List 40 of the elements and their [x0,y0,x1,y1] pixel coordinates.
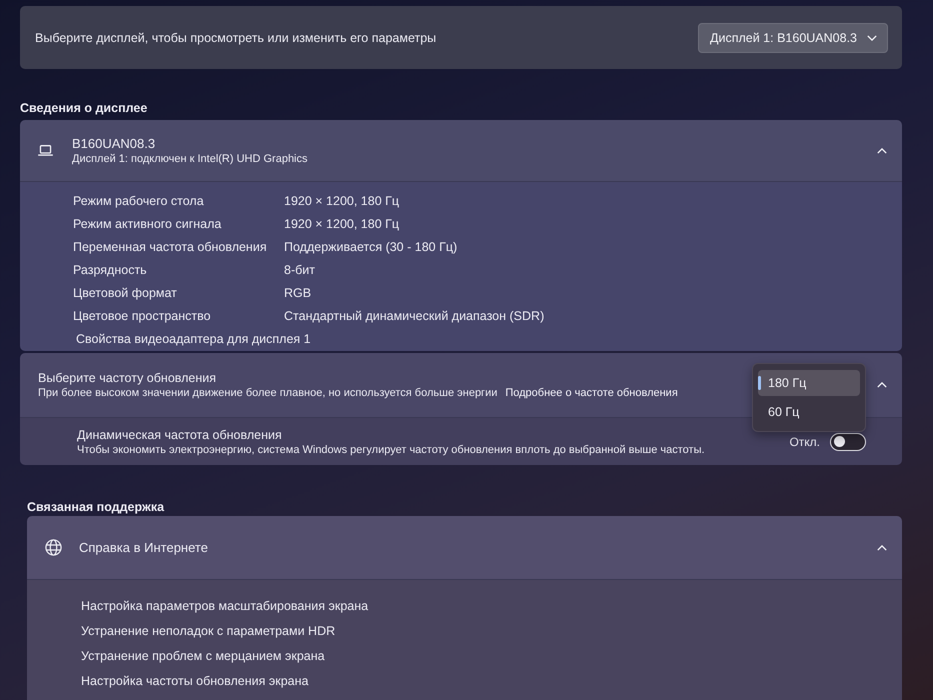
property-value: RGB [284,286,312,300]
help-link[interactable]: Настройка параметров масштабирования экрана [81,598,368,612]
toggle-state-label: Откл. [789,434,820,448]
help-link[interactable]: Устранение проблем с мерцанием экрана [81,648,325,662]
laptop-icon [38,145,53,156]
chevron-up-icon[interactable] [877,148,887,154]
property-label: Режим активного сигнала [73,216,222,230]
globe-icon [45,539,62,556]
display-dropdown[interactable]: Дисплей 1: B160UAN08.3 [698,22,888,52]
chevron-up-icon[interactable] [877,382,887,388]
property-label: Разрядность [73,262,148,276]
property-value: 1920 × 1200, 180 Гц [284,216,400,230]
refresh-rate-option[interactable]: 180 Гц [758,370,860,396]
property-label: Цветовой формат [73,286,178,300]
property-value: Стандартный динамический диапазон (SDR) [284,308,544,322]
expander-header[interactable]: B160UAN08.3 Дисплей 1: подключен к Intel(R) UHD Graphics [20,120,902,182]
dynamic-refresh-title: Динамическая частота обновления [77,428,282,442]
property-value: 1920 × 1200, 180 Гц [284,194,400,208]
display-subtitle: Дисплей 1: подключен к Intel(R) UHD Graphics [72,153,308,165]
chevron-down-icon [867,34,877,40]
chevron-up-icon[interactable] [877,544,887,550]
help-link[interactable]: Настройка частоты обновления экрана [81,674,308,688]
property-value: 8-бит [284,262,315,276]
display-name: B160UAN08.3 [72,136,156,151]
help-title: Справка в Интернете [79,540,208,555]
display-selector-label: Выберите дисплей, чтобы просмотреть или изменить его параметры [35,30,436,44]
property-value: Поддерживается (30 - 180 Гц) [284,240,458,254]
property-label: Цветовое пространство [73,308,212,322]
adapter-properties-link[interactable]: Свойства видеоадаптера для дисплея 1 [76,332,311,346]
refresh-rate-title: Выберите частоту обновления [38,371,216,385]
property-label: Переменная частота обновления [73,240,268,254]
refresh-rate-description: При более высоком значении движение более плавное, но используется больше энергии [38,387,498,399]
section-heading: Связанная поддержка [27,499,164,515]
toggle-switch[interactable] [830,432,866,450]
property-label: Режим рабочего стола [73,194,205,208]
section-heading: Сведения о дисплее [20,100,148,116]
help-link[interactable]: Устранение неполадок с параметрами HDR [81,624,336,638]
dynamic-refresh-description: Чтобы экономить электроэнергию, система Windows регулирует частоту обновления вплоть до выбранной выше частоты. [77,444,705,456]
learn-more-link[interactable]: Подробнее о частоте обновления [505,387,678,399]
expander-header[interactable]: Справка в Интернете [27,516,902,580]
